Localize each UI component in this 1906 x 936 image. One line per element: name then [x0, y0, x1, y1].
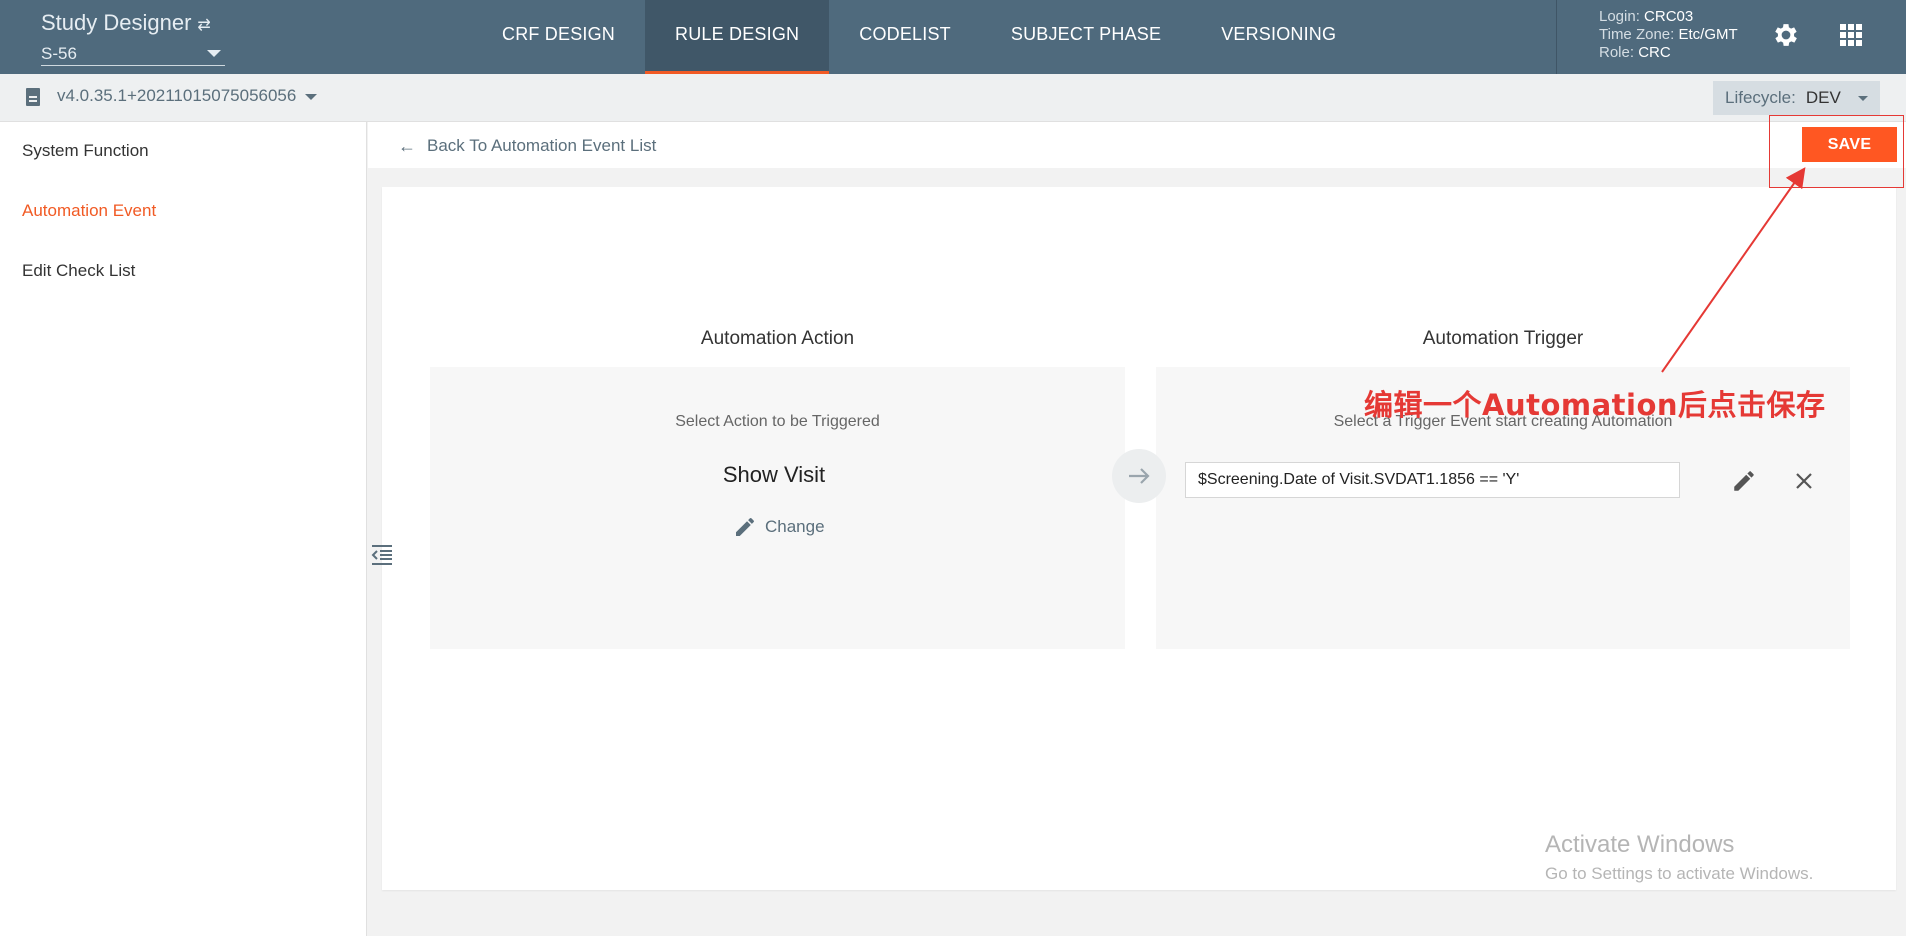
tab-rule-design[interactable]: RULE DESIGN	[645, 0, 830, 74]
automation-action-title: Automation Action	[700, 328, 855, 349]
collapse-sidebar-icon[interactable]	[370, 543, 394, 567]
user-info: Login: CRC03 Time Zone: Etc/GMT Role: CR…	[1599, 8, 1738, 62]
swap-icon[interactable]: ⇄	[197, 17, 210, 34]
tab-crf-design[interactable]: CRF DESIGN	[472, 0, 645, 74]
tab-codelist[interactable]: CODELIST	[829, 0, 981, 74]
tab-versioning[interactable]: VERSIONING	[1191, 0, 1366, 74]
trigger-expression-field[interactable]: $Screening.Date of Visit.SVDAT1.1856 == …	[1185, 462, 1680, 498]
annotation-text: 编辑一个Automation后点击保存	[1364, 388, 1826, 422]
lifecycle-value: DEV	[1805, 88, 1841, 107]
close-icon[interactable]	[1792, 469, 1816, 493]
arrow-right-icon	[1129, 468, 1150, 484]
divider	[1556, 0, 1557, 74]
action-panel	[430, 367, 1125, 649]
chevron-down-icon	[207, 50, 221, 57]
edit-trigger-icon[interactable]	[1731, 468, 1757, 494]
sidebar: System Function Automation Event Edit Ch…	[0, 122, 367, 936]
login-label: Login:	[1599, 8, 1640, 25]
login-value: CRC03	[1644, 8, 1694, 25]
chevron-down-icon[interactable]	[305, 94, 317, 100]
activate-windows-hint: Go to Settings to activate Windows.	[1545, 864, 1814, 883]
document-icon	[26, 88, 40, 106]
app-title-text: Study Designer	[41, 10, 192, 35]
change-action-button[interactable]: Change	[733, 515, 825, 539]
apps-grid-icon[interactable]	[1840, 24, 1862, 46]
action-hint: Select Action to be Triggered	[675, 413, 880, 430]
timezone-label: Time Zone:	[1599, 26, 1675, 43]
study-select-value: S-56	[41, 44, 77, 63]
breadcrumb: ← Back To Automation Event List	[368, 122, 1906, 168]
arrow-connector	[1112, 449, 1166, 503]
chevron-down-icon	[1858, 96, 1868, 101]
action-name: Show Visit	[722, 462, 826, 487]
sidebar-item-automation-event[interactable]: Automation Event	[22, 201, 156, 221]
lifecycle-select[interactable]: Lifecycle: DEV	[1713, 81, 1880, 115]
main-nav: CRF DESIGN RULE DESIGN CODELIST SUBJECT …	[472, 0, 1366, 74]
study-select[interactable]: S-56	[41, 44, 225, 66]
gear-icon[interactable]	[1771, 20, 1801, 50]
automation-trigger-title: Automation Trigger	[1422, 328, 1584, 349]
activate-windows-title: Activate Windows	[1545, 831, 1735, 858]
role-label: Role:	[1599, 44, 1635, 61]
tab-subject-phase[interactable]: SUBJECT PHASE	[981, 0, 1191, 74]
change-label: Change	[765, 517, 825, 536]
sidebar-item-edit-check-list[interactable]: Edit Check List	[22, 261, 135, 281]
pencil-icon	[736, 517, 754, 536]
arrow-left-icon[interactable]: ←	[398, 136, 416, 157]
version-bar: v4.0.35.1+20211015075056056	[0, 74, 1906, 122]
annotation-highlight	[1769, 115, 1904, 188]
sidebar-item-system-function[interactable]: System Function	[22, 141, 149, 161]
version-select[interactable]: v4.0.35.1+20211015075056056	[57, 86, 301, 106]
lifecycle-label: Lifecycle:	[1725, 88, 1796, 107]
role-value: CRC	[1638, 44, 1671, 61]
top-header: Study Designer ⇄ S-56 CRF DESIGN RULE DES…	[0, 0, 1906, 74]
timezone-value: Etc/GMT	[1678, 26, 1738, 43]
app-title[interactable]: Study Designer ⇄	[41, 10, 211, 36]
back-to-list-link[interactable]: Back To Automation Event List	[427, 136, 656, 156]
